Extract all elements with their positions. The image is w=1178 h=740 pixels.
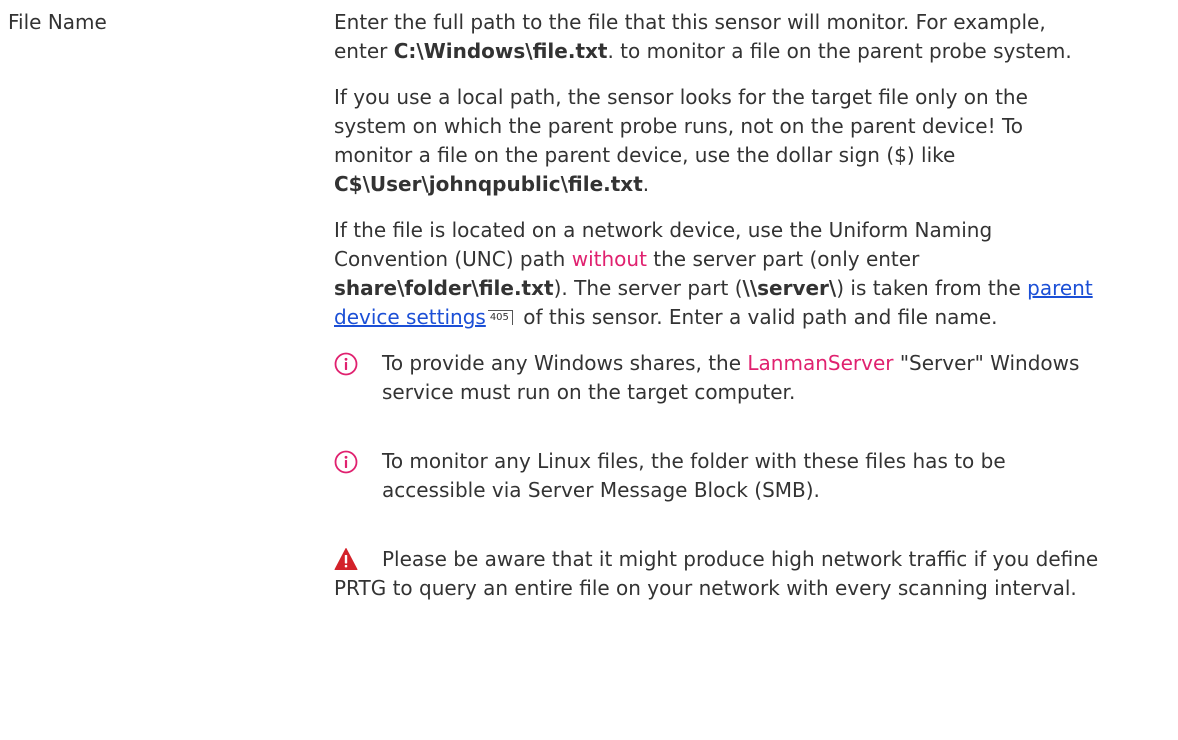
text-segment: . to monitor a file on the parent probe … <box>607 39 1072 63</box>
paragraph-unc-path: If the file is located on a network devi… <box>334 216 1104 332</box>
text-segment: To provide any Windows shares, the <box>382 351 748 375</box>
info-note-linux-files: To monitor any Linux files, the folder w… <box>334 447 1104 505</box>
document-page: File Name Enter the full path to the fil… <box>0 0 1178 740</box>
warning-icon <box>334 548 358 570</box>
text-segment: the server part (only enter <box>646 247 920 271</box>
example-server-path: \\server\ <box>742 276 837 300</box>
paragraph-local-path: If you use a local path, the sensor look… <box>334 83 1104 199</box>
example-share-path: share\folder\file.txt <box>334 276 554 300</box>
text-segment: ). The server part ( <box>553 276 743 300</box>
page-reference[interactable]: 405 <box>487 310 513 325</box>
text-segment: . <box>642 172 650 196</box>
info-icon <box>334 450 358 474</box>
text-segment: of this sensor. Enter a valid path and f… <box>516 305 998 329</box>
example-path: C:\Windows\file.txt <box>393 39 608 63</box>
emphasis-without: without <box>571 247 647 271</box>
paragraph-full-path: Enter the full path to the file that thi… <box>334 8 1104 66</box>
text-segment: ) is taken from the <box>836 276 1028 300</box>
warning-network-traffic: Please be aware that it might produce hi… <box>334 545 1104 603</box>
warning-text: Please be aware that it might produce hi… <box>334 547 1099 600</box>
info-icon <box>334 352 358 376</box>
field-label-file-name: File Name <box>8 10 107 34</box>
text-segment: If you use a local path, the sensor look… <box>334 85 1028 167</box>
note-text: To monitor any Linux files, the folder w… <box>382 449 1006 502</box>
example-dollar-path: C$\User\johnqpublic\file.txt <box>334 172 643 196</box>
lanmanserver-link[interactable]: LanmanServer <box>747 351 893 375</box>
info-note-windows-shares: To provide any Windows shares, the Lanma… <box>334 349 1104 407</box>
field-description: Enter the full path to the file that thi… <box>334 8 1104 603</box>
